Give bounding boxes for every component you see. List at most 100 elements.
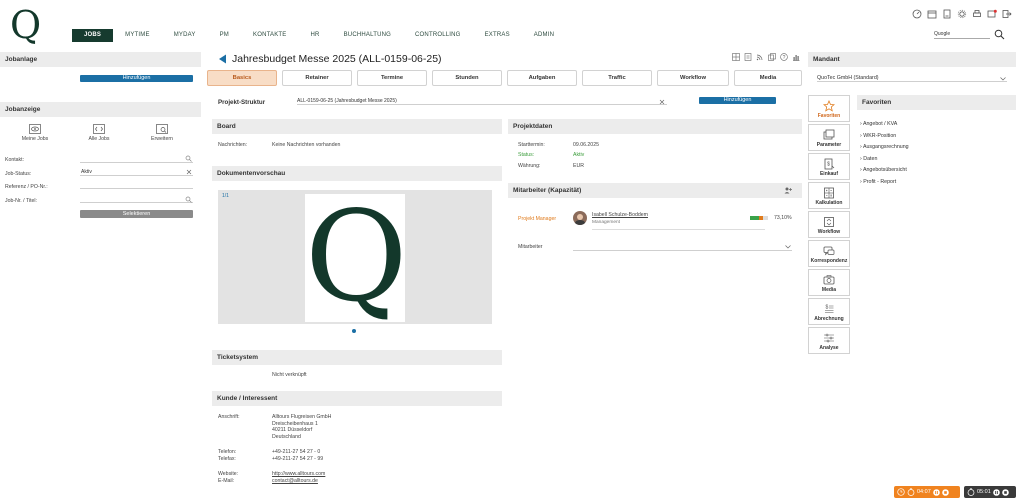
- tile-korrespondenz[interactable]: Korrespondenz: [808, 240, 850, 267]
- jobanzeige-header: Jobanzeige: [0, 102, 201, 117]
- nav-hr[interactable]: HR: [299, 29, 332, 42]
- favorite-item-label: Angebotsübersicht: [862, 167, 907, 173]
- stop-icon[interactable]: [1001, 488, 1009, 496]
- favorite-item[interactable]: › WKR-Position: [860, 131, 909, 143]
- mitarbeiter-label: Mitarbeiter: [518, 244, 543, 250]
- website-link[interactable]: http://www.alltours.com: [272, 471, 325, 478]
- rss-icon[interactable]: [756, 53, 764, 61]
- tile-label: Workflow: [817, 229, 841, 235]
- telefon-label: Telefon:: [218, 449, 237, 455]
- kontakt-input[interactable]: [80, 155, 193, 163]
- referenz-input[interactable]: [80, 181, 193, 189]
- job-status-select[interactable]: Aktiv: [80, 168, 193, 176]
- camera-icon: [823, 275, 835, 285]
- favorite-item[interactable]: › Ausgangsrechnung: [860, 142, 909, 154]
- tab-aufgaben[interactable]: Aufgaben: [507, 70, 577, 86]
- tile-abrechnung[interactable]: $ Abrechnung: [808, 298, 850, 325]
- pause-icon[interactable]: [932, 488, 940, 496]
- tile-media[interactable]: Media: [808, 269, 850, 296]
- search-icon[interactable]: [994, 29, 1005, 40]
- tile-favoriten[interactable]: Favoriten: [808, 95, 850, 122]
- nav-kontakte[interactable]: KONTAKTE: [241, 29, 299, 42]
- projektdaten-header: Projektdaten: [508, 119, 802, 134]
- mandant-chevron-icon[interactable]: [1000, 77, 1006, 81]
- favorite-item[interactable]: › Angebot / KVA: [860, 119, 909, 131]
- document-preview-area[interactable]: 1/1 Q: [218, 190, 492, 324]
- dark-timer-widget[interactable]: 05:01: [964, 486, 1016, 498]
- tile-parameter[interactable]: Parameter: [808, 124, 850, 151]
- selektieren-button[interactable]: Selektieren: [80, 210, 193, 218]
- mitarbeiter-select[interactable]: [573, 243, 792, 251]
- print-icon[interactable]: [972, 9, 982, 19]
- email-link[interactable]: contact@alltours.de: [272, 478, 318, 485]
- orange-timer-widget[interactable]: 04:07: [894, 486, 960, 498]
- clear-struktur-icon[interactable]: [659, 99, 665, 105]
- tab-traffic[interactable]: Traffic: [582, 70, 652, 86]
- nav-extras[interactable]: EXTRAS: [473, 29, 522, 42]
- company-logo[interactable]: Q: [10, 6, 41, 44]
- preview-pagination-dot[interactable]: [352, 329, 356, 333]
- settings-icon[interactable]: [957, 9, 967, 19]
- tile-analyse[interactable]: Analyse: [808, 327, 850, 354]
- pause-icon[interactable]: [992, 488, 1000, 496]
- help-icon[interactable]: ?: [780, 53, 788, 61]
- message-icon[interactable]: [987, 9, 997, 19]
- tab-termine[interactable]: Termine: [357, 70, 427, 86]
- projekt-struktur-select[interactable]: ALL-0159-06-25 (Jahresbudget Messe 2025): [297, 97, 667, 105]
- logout-icon[interactable]: [1002, 9, 1012, 19]
- document-list-icon[interactable]: [744, 53, 752, 61]
- nav-controlling[interactable]: CONTROLLING: [403, 29, 473, 42]
- status-value: Aktiv: [573, 152, 585, 158]
- view-alle-jobs[interactable]: Alle Jobs: [84, 124, 114, 143]
- employee-name[interactable]: Isabell Schulze-Boddem: [592, 212, 648, 219]
- copy-icon[interactable]: [768, 53, 776, 61]
- stop-icon[interactable]: [941, 488, 949, 496]
- tab-media[interactable]: Media: [734, 70, 802, 86]
- nav-myday[interactable]: MYDAY: [162, 29, 208, 42]
- search-list-icon: [156, 124, 168, 134]
- email-label: E-Mail:: [218, 478, 235, 484]
- tile-einkauf[interactable]: $ Einkauf: [808, 153, 850, 180]
- nav-mytime[interactable]: MYTIME: [113, 29, 162, 42]
- clear-status-icon[interactable]: [186, 169, 192, 175]
- mandant-select[interactable]: QuoTec GmbH (Standard): [817, 74, 1007, 82]
- favorite-item[interactable]: › Angebotsübersicht: [860, 165, 909, 177]
- add-person-icon[interactable]: [784, 187, 792, 194]
- tile-workflow[interactable]: Workflow: [808, 211, 850, 238]
- nav-jobs[interactable]: JOBS: [72, 29, 114, 42]
- workflow-icon: [824, 217, 834, 227]
- dokumentenvorschau-header: Dokumentenvorschau: [212, 166, 502, 181]
- chart-icon[interactable]: [792, 53, 800, 61]
- tab-basics[interactable]: Basics: [207, 70, 277, 86]
- dashboard-icon[interactable]: [912, 9, 922, 19]
- kontakt-search-icon[interactable]: [185, 155, 192, 162]
- calendar-icon[interactable]: [927, 9, 937, 19]
- jobanlage-header: Jobanlage: [0, 52, 201, 67]
- document-icon[interactable]: [942, 9, 952, 19]
- grid-icon[interactable]: [732, 53, 740, 61]
- nav-admin[interactable]: ADMIN: [522, 29, 566, 42]
- chevron-down-icon[interactable]: [785, 245, 791, 249]
- mandant-header: Mandant: [808, 52, 1016, 67]
- starttermin-label: Starttermin:: [518, 142, 545, 148]
- tile-kalkulation[interactable]: Kalkulation: [808, 182, 850, 209]
- avatar[interactable]: [573, 211, 587, 225]
- global-search-input[interactable]: Quogle: [934, 30, 990, 39]
- view-meine-jobs[interactable]: Meine Jobs: [20, 124, 50, 143]
- jobnr-input[interactable]: [80, 195, 193, 203]
- telefon-value[interactable]: +49-211-27 54 27 - 0: [272, 449, 320, 456]
- jobnr-search-icon[interactable]: [185, 196, 192, 203]
- view-erweitern[interactable]: Erweitern: [147, 124, 177, 143]
- nav-buchhaltung[interactable]: BUCHHALTUNG: [332, 29, 403, 42]
- back-arrow-icon[interactable]: [218, 54, 227, 64]
- tab-workflow[interactable]: Workflow: [657, 70, 729, 86]
- tab-retainer[interactable]: Retainer: [282, 70, 352, 86]
- tab-stunden[interactable]: Stunden: [432, 70, 502, 86]
- favorite-item[interactable]: › Daten: [860, 154, 909, 166]
- jobanlage-add-button[interactable]: Hinzufügen: [80, 75, 193, 82]
- nav-pm[interactable]: PM: [208, 29, 241, 42]
- employee-department: Management: [592, 220, 620, 225]
- favorite-item[interactable]: › Profit - Report: [860, 177, 909, 189]
- telefax-label: Telefax:: [218, 456, 236, 462]
- struktur-add-button[interactable]: Hinzufügen: [699, 97, 776, 104]
